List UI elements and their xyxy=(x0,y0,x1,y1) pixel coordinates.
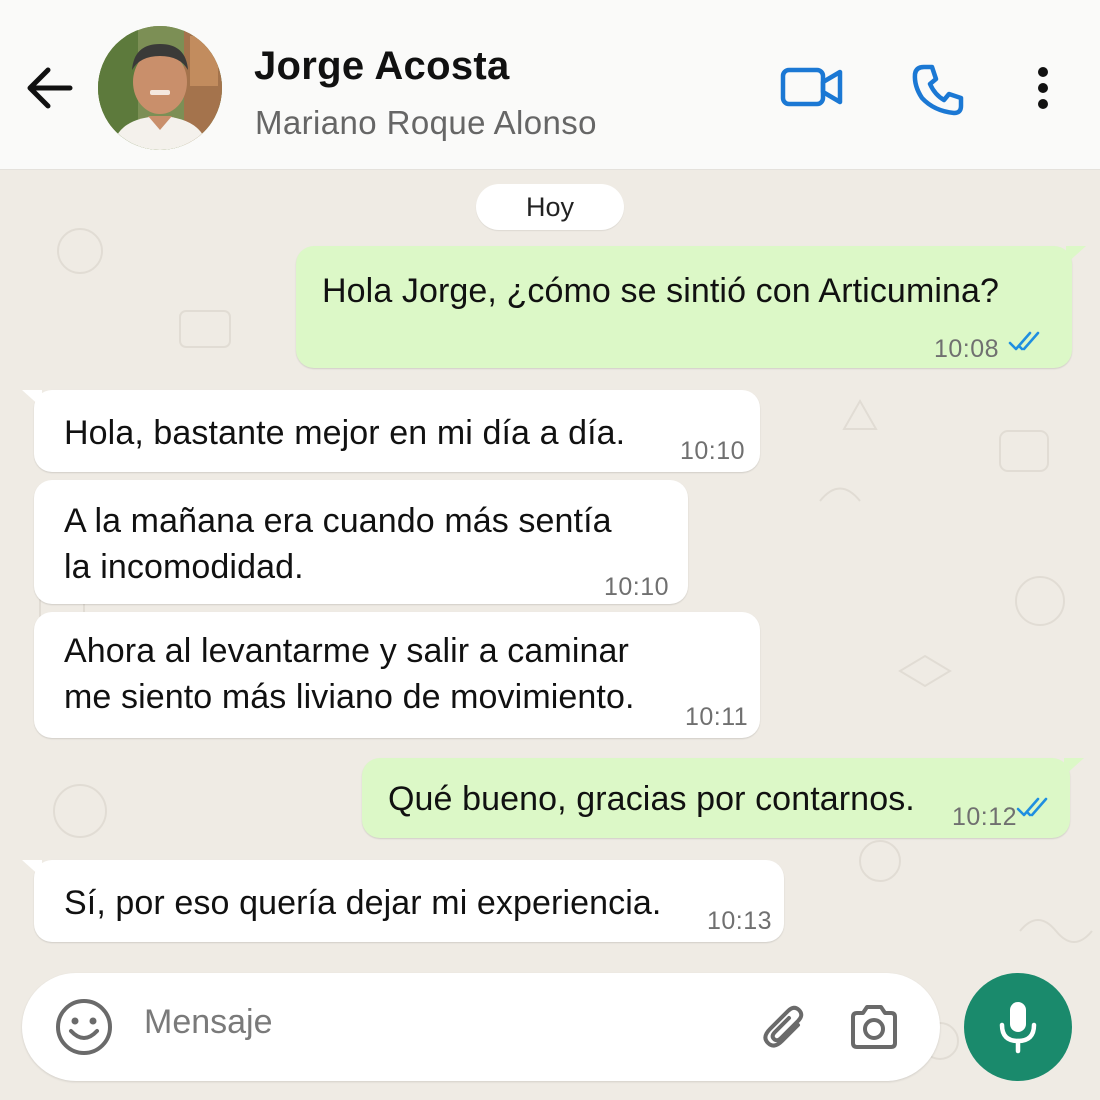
message-time: 10:13 xyxy=(707,907,773,935)
message-composer xyxy=(22,973,940,1081)
message-text: me siento más liviano de movimiento. xyxy=(64,678,635,716)
message-text: A la mañana era cuando más sentía xyxy=(64,502,612,540)
mic-button[interactable] xyxy=(964,973,1072,1081)
bubble-tail xyxy=(1066,246,1086,264)
camera-icon[interactable] xyxy=(848,1003,900,1056)
mic-icon xyxy=(999,1002,1037,1054)
message-text: Sí, por eso quería dejar mi experiencia. xyxy=(64,884,662,922)
read-ticks-icon xyxy=(1008,331,1040,351)
message-bubble-outgoing[interactable]: Hola Jorge, ¿cómo se sintió con Articumi… xyxy=(296,246,1072,368)
attach-icon[interactable] xyxy=(760,1003,810,1058)
contact-name[interactable]: Jorge Acosta xyxy=(254,44,510,89)
message-input[interactable] xyxy=(144,1003,724,1042)
message-text: Hola, bastante mejor en mi día a día. xyxy=(64,414,626,452)
bubble-tail xyxy=(22,390,42,408)
message-text: la incomodidad. xyxy=(64,548,304,586)
date-separator: Hoy xyxy=(476,184,624,230)
contact-subtitle: Mariano Roque Alonso xyxy=(255,104,597,141)
message-bubble-incoming[interactable]: A la mañana era cuando más sentía la inc… xyxy=(34,480,688,604)
message-text: Hola Jorge, ¿cómo se sintió con Articumi… xyxy=(322,272,1000,310)
video-call-icon[interactable] xyxy=(780,64,844,115)
message-text: Qué bueno, gracias por contarnos. xyxy=(388,780,915,818)
message-bubble-incoming[interactable]: Hola, bastante mejor en mi día a día. 10… xyxy=(34,390,760,472)
message-time: 10:10 xyxy=(604,573,670,601)
read-ticks-icon xyxy=(1016,797,1048,817)
message-text: Ahora al levantarme y salir a caminar xyxy=(64,632,629,670)
back-arrow-icon[interactable] xyxy=(22,60,78,116)
bubble-tail xyxy=(1064,758,1084,776)
bubble-tail xyxy=(22,860,42,878)
message-bubble-incoming[interactable]: Sí, por eso quería dejar mi experiencia.… xyxy=(34,860,784,942)
chat-header: Jorge Acosta Mariano Roque Alonso xyxy=(0,0,1100,170)
message-time: 10:08 xyxy=(934,335,1000,363)
emoji-icon[interactable] xyxy=(54,997,114,1062)
phone-call-icon[interactable] xyxy=(910,62,966,123)
more-vert-icon[interactable] xyxy=(1032,66,1054,115)
message-bubble-incoming[interactable]: Ahora al levantarme y salir a caminar me… xyxy=(34,612,760,738)
message-bubble-outgoing[interactable]: Qué bueno, gracias por contarnos. 10:12 xyxy=(362,758,1070,838)
message-time: 10:12 xyxy=(952,803,1018,831)
message-time: 10:10 xyxy=(680,437,746,465)
avatar[interactable] xyxy=(98,26,222,150)
message-time: 10:11 xyxy=(685,703,749,731)
